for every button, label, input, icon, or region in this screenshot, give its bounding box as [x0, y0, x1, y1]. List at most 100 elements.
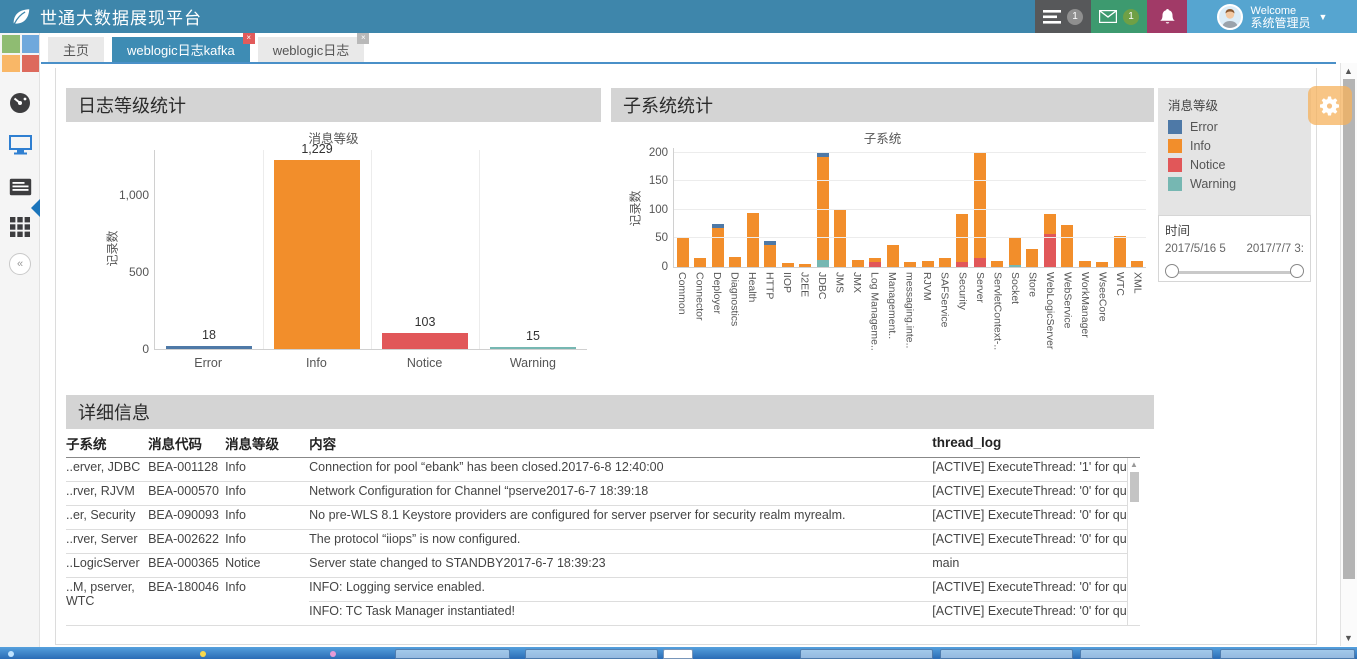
stacked-bar-messaging.inte..[interactable] — [901, 148, 918, 267]
stacked-bar-SAFService[interactable] — [936, 148, 953, 267]
column-header-level: 消息等级 — [225, 431, 309, 457]
taskbar-start-icon[interactable] — [8, 651, 14, 657]
table-row[interactable]: ..LogicServerBEA-000365NoticeServer stat… — [66, 553, 1140, 577]
taskbar-window-button[interactable] — [940, 649, 1073, 659]
sidebar-item-grid[interactable] — [0, 212, 40, 242]
stacked-bar-ServletContext-..[interactable] — [989, 148, 1006, 267]
stacked-bar-Log Manageme..[interactable] — [866, 148, 883, 267]
stacked-bar-Socket[interactable] — [1006, 148, 1023, 267]
stacked-bar-J2EE[interactable] — [796, 148, 813, 267]
stacked-bar-Diagnostics[interactable] — [726, 148, 743, 267]
table-row[interactable]: ..rver, ServerBEA-002622InfoThe protocol… — [66, 529, 1140, 553]
menu-button[interactable]: 1 — [1035, 0, 1091, 33]
table-row[interactable]: ..rver, RJVMBEA-000570InfoNetwork Config… — [66, 481, 1140, 505]
tab-weblogic日志kafka[interactable]: weblogic日志kafka× — [112, 37, 250, 62]
stacked-bar-XML[interactable] — [1129, 148, 1146, 267]
stacked-bar-Store[interactable] — [1024, 148, 1041, 267]
stacked-bar-WTC[interactable] — [1111, 148, 1128, 267]
legend-swatch — [1168, 120, 1182, 134]
x-category-label-wrap: Common — [673, 272, 691, 315]
tab-close-icon[interactable]: × — [243, 32, 255, 44]
taskbar-quicklaunch-icon[interactable] — [200, 651, 206, 657]
legend-label: Notice — [1190, 158, 1225, 172]
bar-notice[interactable] — [382, 333, 468, 349]
sidebar-item-report[interactable] — [0, 172, 40, 202]
cell-level: Info — [225, 529, 309, 553]
taskbar-window-button[interactable] — [1080, 649, 1213, 659]
stacked-bar-Management..[interactable] — [884, 148, 901, 267]
page-scroll-up-icon[interactable]: ▲ — [1344, 66, 1353, 76]
table-row[interactable]: ..er, SecurityBEA-090093InfoNo pre-WLS 8… — [66, 505, 1140, 529]
bar-segment-info — [747, 213, 759, 267]
stacked-bar-WebService[interactable] — [1059, 148, 1076, 267]
slider-handle-start[interactable] — [1165, 264, 1179, 278]
cell-thread: main — [932, 553, 1140, 577]
stacked-bar-WorkManager[interactable] — [1076, 148, 1093, 267]
x-category-label: Socket — [1009, 272, 1020, 304]
stacked-bar-Security[interactable] — [954, 148, 971, 267]
taskbar-window-button[interactable] — [663, 649, 693, 659]
stacked-bar-RJVM[interactable] — [919, 148, 936, 267]
x-category-label-wrap: SAFService — [936, 272, 954, 327]
legend-item-notice[interactable]: Notice — [1168, 158, 1301, 172]
notifications-button[interactable] — [1147, 0, 1187, 33]
taskbar-window-button[interactable] — [395, 649, 510, 659]
tab-underline — [41, 62, 1336, 64]
taskbar-quicklaunch-icon2[interactable] — [330, 651, 336, 657]
gauge-icon — [9, 92, 31, 114]
taskbar-window-button[interactable] — [525, 649, 658, 659]
x-category-label-wrap: Management.. — [883, 272, 901, 339]
x-category-label-wrap: messaging.inte.. — [901, 272, 919, 348]
x-category-label: ServletContext-.. — [992, 272, 1003, 350]
stacked-bar-Deployer[interactable] — [709, 148, 726, 267]
cell-content: Server state changed to STANDBY2017-6-7 … — [309, 553, 932, 577]
stacked-bar-WebLogicServer[interactable] — [1041, 148, 1058, 267]
x-category-label-wrap: Diagnostics — [726, 272, 744, 326]
stacked-bar-Common[interactable] — [674, 148, 691, 267]
bar-warning[interactable] — [490, 347, 576, 350]
time-range-slider — [1165, 264, 1304, 280]
stacked-bar-Connector[interactable] — [691, 148, 708, 267]
scroll-up-icon[interactable]: ▲ — [1130, 460, 1138, 469]
stacked-bar-Server[interactable] — [971, 148, 988, 267]
page-scroll-down-icon[interactable]: ▼ — [1344, 633, 1353, 643]
detail-table: 子系统消息代码消息等级内容thread_log ..erver, JDBCBEA… — [66, 431, 1140, 626]
stacked-bar-JMX[interactable] — [849, 148, 866, 267]
user-menu[interactable]: Welcome 系统管理员 ▼ — [1187, 0, 1357, 33]
slider-track[interactable] — [1169, 271, 1300, 274]
sidebar-item-bigscreen[interactable] — [0, 130, 40, 160]
taskbar-window-button[interactable] — [800, 649, 933, 659]
table-scrollbar[interactable]: ▲ — [1127, 458, 1141, 625]
stacked-bar-JMS[interactable] — [831, 148, 848, 267]
table-row[interactable]: ..erver, JDBCBEA-001128InfoConnection fo… — [66, 457, 1140, 481]
legend-item-info[interactable]: Info — [1168, 139, 1301, 153]
table-row[interactable]: ..M, pserver, WTCBEA-180046InfoINFO: Log… — [66, 577, 1140, 601]
bar-error[interactable] — [166, 346, 252, 349]
stacked-bar-WseeCore[interactable] — [1094, 148, 1111, 267]
slider-handle-end[interactable] — [1290, 264, 1304, 278]
tab-close-icon[interactable]: × — [357, 32, 369, 44]
stacked-bar-JDBC[interactable] — [814, 148, 831, 267]
stacked-bar-HTTP[interactable] — [761, 148, 778, 267]
legend-item-error[interactable]: Error — [1168, 120, 1301, 134]
bar-info[interactable] — [274, 160, 360, 349]
tab-weblogic日志[interactable]: weblogic日志× — [258, 37, 365, 62]
tab-主页[interactable]: 主页 — [48, 37, 104, 62]
cell-content: INFO: Logging service enabled. — [309, 577, 932, 601]
sidebar-collapse-button[interactable]: « — [0, 249, 40, 279]
settings-button[interactable] — [1308, 86, 1352, 125]
cell-level: Info — [225, 457, 309, 481]
legend-item-warning[interactable]: Warning — [1168, 177, 1301, 191]
sidebar-item-dashboard[interactable] — [0, 88, 40, 118]
stacked-bar-Health[interactable] — [744, 148, 761, 267]
gridline — [674, 237, 1146, 238]
x-category-label: Health — [747, 272, 758, 302]
page-scrollbar[interactable]: ▲ ▼ — [1340, 63, 1357, 646]
taskbar-window-button[interactable] — [1220, 649, 1355, 659]
chart-subsystem: 子系统 记录数 050100150200 CommonConnectorDepl… — [611, 122, 1154, 388]
bar-value-label: 103 — [415, 315, 436, 329]
table-scrollbar-thumb[interactable] — [1130, 472, 1139, 502]
page-scrollbar-thumb[interactable] — [1343, 79, 1355, 579]
mail-button[interactable]: 1 — [1091, 0, 1147, 33]
stacked-bar-IIOP[interactable] — [779, 148, 796, 267]
